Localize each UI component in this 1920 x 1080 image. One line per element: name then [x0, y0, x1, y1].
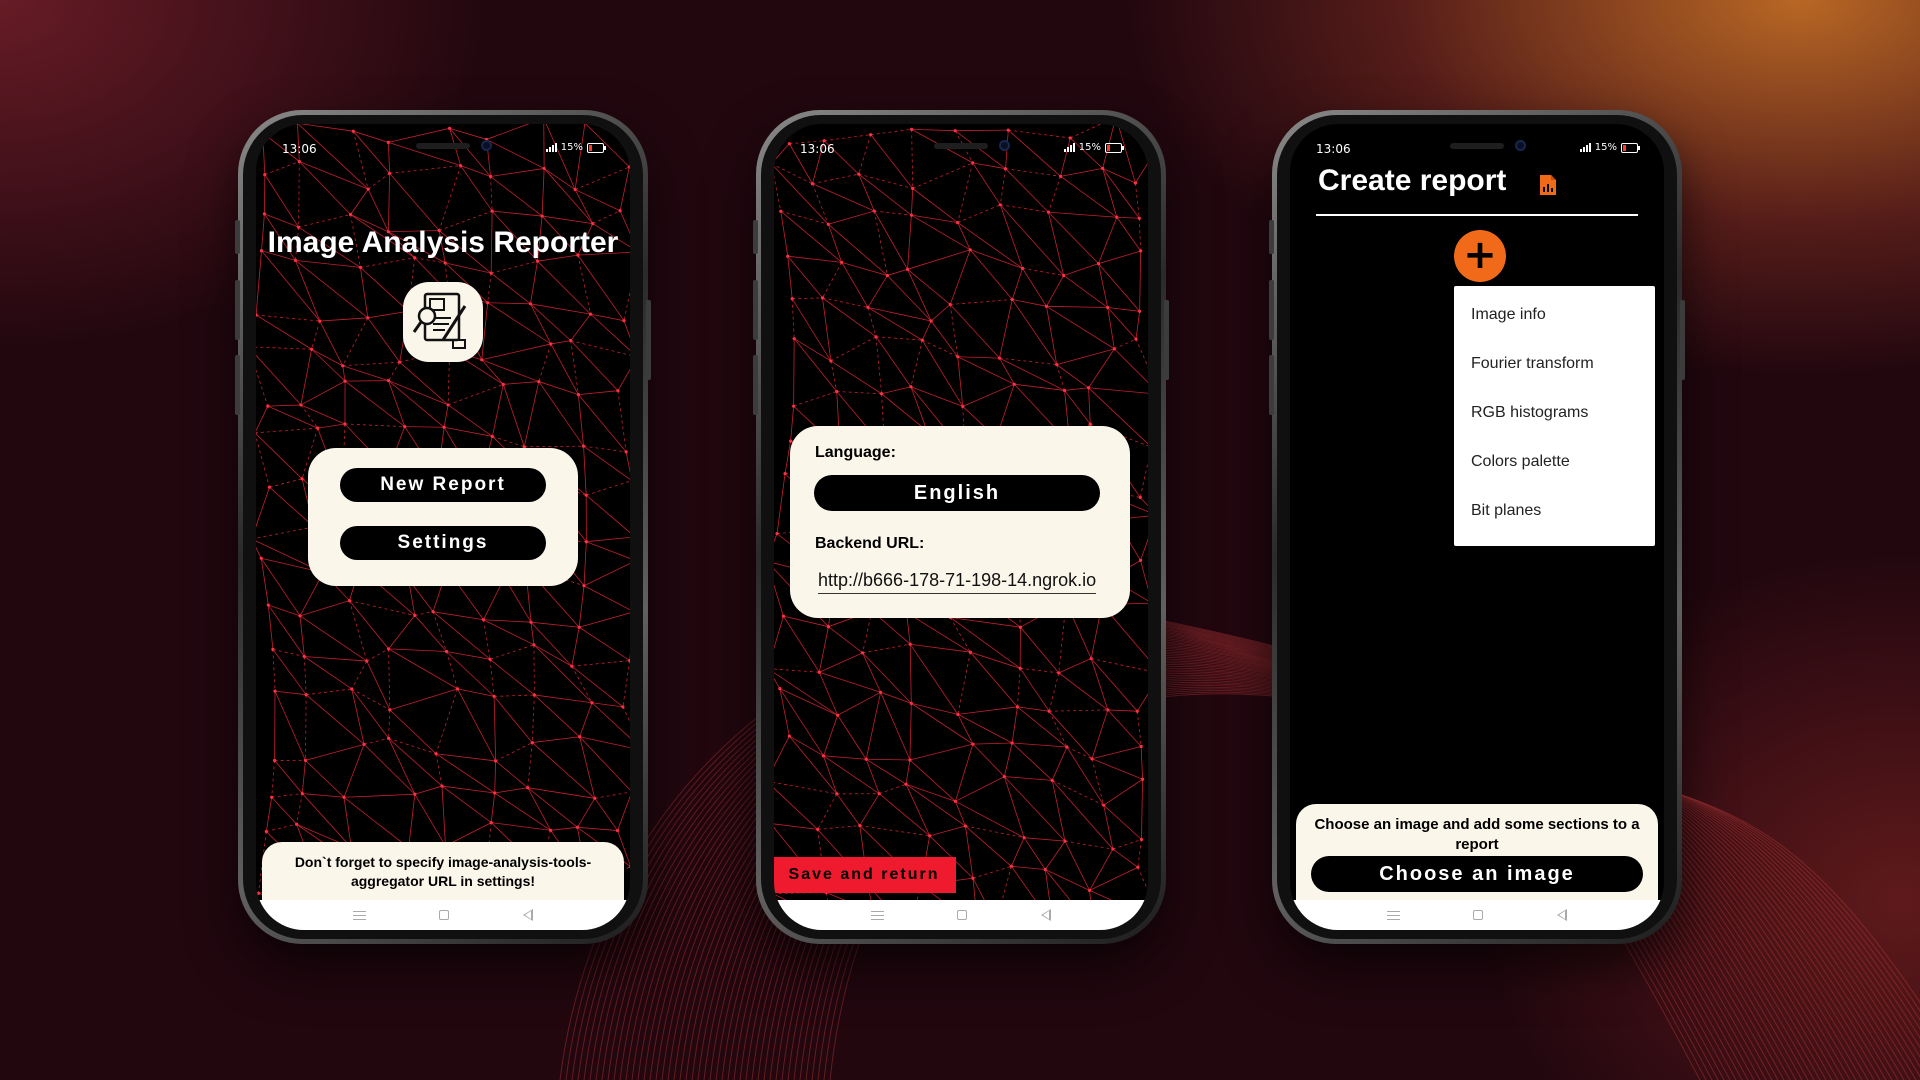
menu-icon[interactable] [870, 910, 884, 920]
back-icon[interactable] [1557, 909, 1568, 921]
backend-url-input[interactable]: http://b666-178-71-198-14.ngrok.io [818, 567, 1096, 594]
menu-item-image-info[interactable]: Image info [1471, 306, 1546, 324]
status-bar: 13:06 15% [774, 124, 1148, 168]
back-icon[interactable] [523, 909, 534, 921]
title-divider [1316, 214, 1638, 216]
speaker-grille [1450, 143, 1504, 149]
back-icon[interactable] [1041, 909, 1052, 921]
battery-icon [587, 142, 606, 153]
battery-percent: 15% [1078, 142, 1101, 153]
menu-icon[interactable] [1386, 910, 1400, 920]
backend-url-label: Backend URL: [815, 535, 925, 552]
camera-icon [999, 140, 1010, 151]
signal-icon [1579, 143, 1591, 152]
choose-image-panel: Choose an image and add some sections to… [1296, 804, 1658, 900]
phone-home: 13:06 15% Image Analysis Reporter New Re… [235, 110, 651, 944]
settings-button[interactable]: Settings [340, 526, 546, 560]
section-dropdown: Image info Fourier transform RGB histogr… [1454, 286, 1655, 546]
report-file-icon [1540, 175, 1556, 195]
screen-home: 13:06 15% Image Analysis Reporter New Re… [256, 124, 630, 930]
app-title: Image Analysis Reporter [267, 226, 619, 259]
signal-icon [1063, 143, 1075, 152]
status-time: 13:06 [1316, 142, 1351, 156]
home-icon[interactable] [1473, 910, 1484, 920]
signal-icon [545, 143, 557, 152]
settings-card: Language: English Backend URL: http://b6… [790, 426, 1130, 618]
hint-text: Choose an image and add some sections to… [1314, 816, 1640, 853]
screen-settings: 13:06 15% Language: English Backend URL:… [774, 124, 1148, 930]
camera-icon [481, 140, 492, 151]
settings-hint: Don`t forget to specify image-analysis-t… [262, 842, 624, 900]
home-icon[interactable] [957, 910, 968, 920]
speaker-grille [416, 143, 470, 149]
add-section-button[interactable]: + [1454, 230, 1506, 282]
nav-bar [256, 900, 630, 930]
status-bar: 13:06 15% [1290, 124, 1664, 168]
screen-report: 13:06 15% Create report + Image info Fou… [1290, 124, 1664, 930]
battery-percent: 15% [1594, 142, 1617, 153]
menu-item-colors-palette[interactable]: Colors palette [1471, 453, 1570, 471]
battery-icon [1621, 142, 1640, 153]
menu-item-bit-planes[interactable]: Bit planes [1471, 502, 1541, 520]
status-time: 13:06 [282, 142, 317, 156]
hint-text: Don`t forget to specify image-analysis-t… [294, 854, 592, 889]
page-title: Create report [1318, 164, 1507, 197]
phone-settings: 13:06 15% Language: English Backend URL:… [753, 110, 1169, 944]
report-analysis-icon [403, 282, 483, 362]
battery-icon [1105, 142, 1124, 153]
nav-bar [1290, 900, 1664, 930]
new-report-button[interactable]: New Report [340, 468, 546, 502]
camera-icon [1515, 140, 1526, 151]
status-time: 13:06 [800, 142, 835, 156]
speaker-grille [934, 143, 988, 149]
choose-image-button[interactable]: Choose an image [1311, 856, 1643, 892]
phone-report: 13:06 15% Create report + Image info Fou… [1269, 110, 1685, 944]
menu-item-rgb-histograms[interactable]: RGB histograms [1471, 404, 1588, 422]
menu-icon[interactable] [352, 910, 366, 920]
battery-percent: 15% [560, 142, 583, 153]
main-menu-card: New Report Settings [308, 448, 578, 586]
menu-item-fourier-transform[interactable]: Fourier transform [1471, 355, 1594, 373]
language-label: Language: [815, 444, 896, 461]
nav-bar [774, 900, 1148, 930]
save-and-return-button[interactable]: Save and return [774, 857, 956, 893]
home-icon[interactable] [439, 910, 450, 920]
language-select[interactable]: English [814, 475, 1100, 511]
status-bar: 13:06 15% [256, 124, 630, 168]
